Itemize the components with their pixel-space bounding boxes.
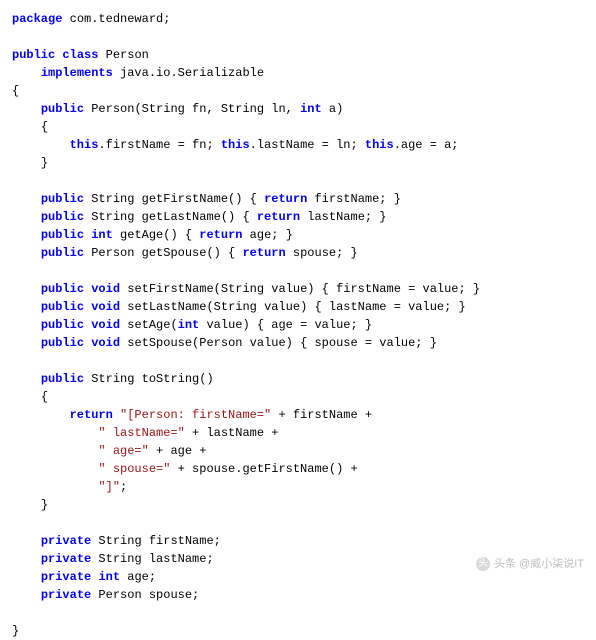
setter: value) { age = value; }	[199, 318, 372, 332]
keyword-package: package	[12, 12, 62, 26]
keyword-public: public	[41, 282, 84, 296]
keyword-public: public	[41, 210, 84, 224]
getter: firstName; }	[307, 192, 401, 206]
setter: setFirstName(String value) { firstName =…	[120, 282, 480, 296]
setter: setLastName(String value) { lastName = v…	[120, 300, 466, 314]
ctor-body: .age = a;	[394, 138, 459, 152]
tostring-body: + lastName +	[185, 426, 279, 440]
keyword-return: return	[257, 210, 300, 224]
field: Person spouse;	[91, 588, 199, 602]
keyword-public: public	[41, 246, 84, 260]
keyword-return: return	[264, 192, 307, 206]
class-name: Person	[98, 48, 148, 62]
string-literal: " lastName="	[98, 426, 184, 440]
watermark-icon: 头	[476, 557, 490, 571]
brace: {	[41, 120, 48, 134]
getter: getAge() {	[113, 228, 199, 242]
watermark-text: 头条 @威小柒说IT	[494, 556, 584, 573]
field: age;	[120, 570, 156, 584]
brace: {	[41, 390, 48, 404]
keyword-void: void	[91, 300, 120, 314]
brace: }	[12, 624, 19, 638]
string-literal: "]"	[98, 480, 120, 494]
string-literal: "[Person: firstName="	[120, 408, 271, 422]
getter: String getFirstName() {	[84, 192, 264, 206]
ctor-sig: a)	[322, 102, 344, 116]
implements-type: java.io.Serializable	[113, 66, 264, 80]
keyword-public: public	[41, 372, 84, 386]
keyword-int: int	[91, 228, 113, 242]
keyword-public: public	[41, 192, 84, 206]
keyword-void: void	[91, 282, 120, 296]
keyword-private: private	[41, 570, 91, 584]
brace: }	[41, 156, 48, 170]
keyword-public: public	[12, 48, 55, 62]
watermark: 头 头条 @威小柒说IT	[476, 556, 584, 573]
keyword-return: return	[199, 228, 242, 242]
tostring-body: + spouse.getFirstName() +	[170, 462, 357, 476]
brace: }	[41, 498, 48, 512]
keyword-private: private	[41, 534, 91, 548]
ctor-sig: Person(String fn, String ln,	[84, 102, 300, 116]
keyword-public: public	[41, 300, 84, 314]
keyword-void: void	[91, 336, 120, 350]
keyword-return: return	[242, 246, 285, 260]
keyword-this: this	[365, 138, 394, 152]
string-literal: " age="	[98, 444, 148, 458]
keyword-class: class	[62, 48, 98, 62]
keyword-this: this	[70, 138, 99, 152]
keyword-public: public	[41, 102, 84, 116]
keyword-implements: implements	[41, 66, 113, 80]
string-literal: " spouse="	[98, 462, 170, 476]
keyword-void: void	[91, 318, 120, 332]
package-name: com.tedneward;	[62, 12, 170, 26]
tostring-sig: String toString()	[84, 372, 214, 386]
ctor-body: .firstName = fn;	[98, 138, 220, 152]
code-block: package com.tedneward; public class Pers…	[12, 10, 584, 640]
keyword-public: public	[41, 336, 84, 350]
ctor-body: .lastName = ln;	[250, 138, 365, 152]
keyword-int: int	[300, 102, 322, 116]
keyword-public: public	[41, 318, 84, 332]
setter: setSpouse(Person value) { spouse = value…	[120, 336, 437, 350]
keyword-return: return	[70, 408, 113, 422]
keyword-this: this	[221, 138, 250, 152]
tostring-body: ;	[120, 480, 127, 494]
keyword-private: private	[41, 588, 91, 602]
keyword-private: private	[41, 552, 91, 566]
field: String firstName;	[91, 534, 221, 548]
getter: lastName; }	[300, 210, 386, 224]
setter: setAge(	[120, 318, 178, 332]
tostring-body: + age +	[149, 444, 207, 458]
keyword-int: int	[178, 318, 200, 332]
getter: spouse; }	[286, 246, 358, 260]
tostring-body: + firstName +	[271, 408, 372, 422]
getter: String getLastName() {	[84, 210, 257, 224]
field: String lastName;	[91, 552, 213, 566]
keyword-int: int	[98, 570, 120, 584]
keyword-public: public	[41, 228, 84, 242]
brace: {	[12, 84, 19, 98]
getter: Person getSpouse() {	[84, 246, 242, 260]
getter: age; }	[242, 228, 292, 242]
